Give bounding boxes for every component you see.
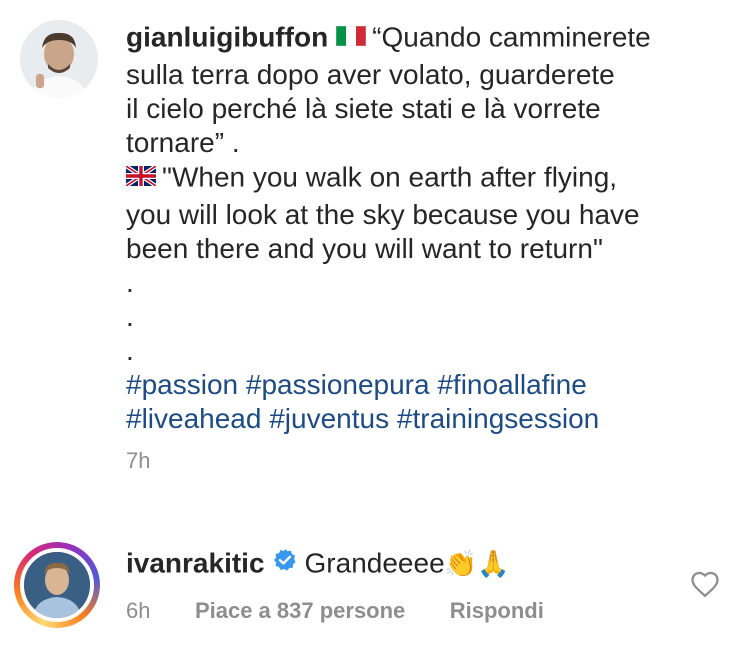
post-timestamp: 7h <box>126 448 151 473</box>
caption-it-line: il cielo perché là siete stati e là vorr… <box>126 93 601 124</box>
caption-it-line: “Quando camminerete <box>372 21 651 53</box>
avatar-portrait-icon <box>20 20 98 98</box>
hashtag-link[interactable]: #passionepura <box>246 369 430 400</box>
heart-icon <box>691 571 719 598</box>
caption-it-line: tornare” . <box>126 127 240 158</box>
uk-flag-icon <box>124 160 158 194</box>
verified-badge-icon <box>273 546 297 580</box>
post-caption: gianluigibuffon “Quando camminerete sulla… <box>124 20 651 474</box>
like-comment-button[interactable] <box>690 570 720 603</box>
hashtag-link[interactable]: #juventus <box>269 403 389 434</box>
hashtag-link[interactable]: #passion <box>126 369 238 400</box>
caption-it-line: sulla terra dopo aver volato, guarderete <box>126 59 615 90</box>
caption-en-line: you will look at the sky because you hav… <box>126 199 640 230</box>
comment-emojis: 👏🙏 <box>444 549 510 580</box>
caption-en-line: "When you walk on earth after flying, <box>162 161 618 193</box>
comment-likes-count[interactable]: Piace a 837 persone <box>195 598 405 623</box>
comment-text: Grandeeee <box>304 547 445 579</box>
caption-dot: . <box>126 335 134 366</box>
post-username[interactable]: gianluigibuffon <box>126 21 328 52</box>
hashtag-link[interactable]: #finoallafine <box>437 369 586 400</box>
comment: ivanrakitic Grandeeee👏🙏 6h Piace a 837 pe… <box>126 546 544 624</box>
reply-button[interactable]: Rispondi <box>450 598 544 623</box>
hashtag-link[interactable]: #liveahead <box>126 403 261 434</box>
caption-dot: . <box>126 267 134 298</box>
avatar-portrait-icon <box>24 552 90 618</box>
caption-dot: . <box>126 301 134 332</box>
comment-username[interactable]: ivanrakitic <box>126 547 265 578</box>
caption-en-line: been there and you will want to return" <box>126 233 603 264</box>
comment-author-avatar[interactable] <box>20 548 94 622</box>
italy-flag-icon <box>335 20 367 54</box>
hashtag-link[interactable]: #trainingsession <box>397 403 599 434</box>
comment-timestamp: 6h <box>126 598 151 623</box>
post-author-avatar[interactable] <box>20 20 98 98</box>
